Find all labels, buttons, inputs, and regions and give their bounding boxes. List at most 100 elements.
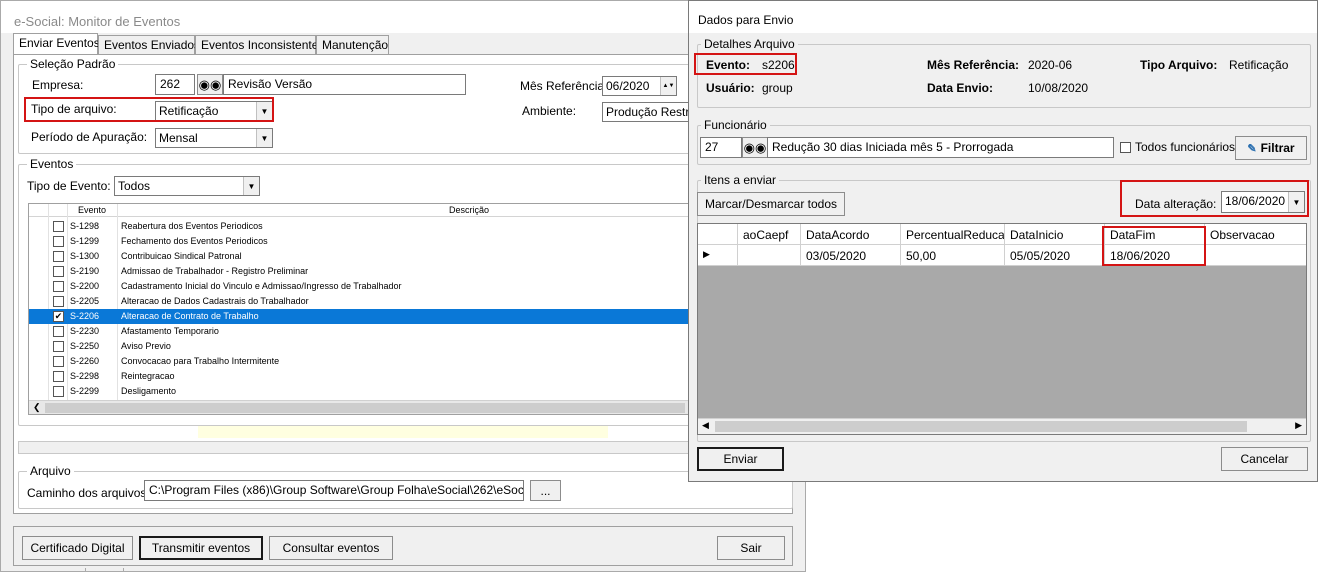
scroll-thumb[interactable] <box>45 403 685 413</box>
enviar-button[interactable]: Enviar <box>697 447 784 471</box>
tipo-arquivo-value: Retificação <box>159 104 219 118</box>
column-descricao[interactable]: Descrição <box>449 205 489 215</box>
marcar-desmarcar-button[interactable]: Marcar/Desmarcar todos <box>697 192 845 216</box>
usuario-label: Usuário: <box>706 81 755 95</box>
usuario-value: group <box>762 81 793 95</box>
event-row[interactable]: S-2250 Aviso Previo <box>29 339 691 354</box>
funcionario-code-input[interactable]: 27 <box>700 137 742 158</box>
event-row-checkbox[interactable] <box>53 236 64 247</box>
event-row[interactable]: S-1299 Fechamento dos Eventos Periodicos <box>29 234 691 249</box>
event-row-checkbox[interactable] <box>53 221 64 232</box>
cell-observacao[interactable] <box>1205 245 1306 266</box>
event-row[interactable]: S-2299 Desligamento <box>29 384 691 399</box>
empresa-code-input[interactable]: 262 <box>155 74 195 95</box>
mes-referencia-input[interactable]: 06/2020 ▲▼ <box>602 76 677 96</box>
window-title: e-Social: Monitor de Eventos <box>1 1 807 33</box>
empresa-name-input[interactable]: Revisão Versão <box>223 74 466 95</box>
event-row-checkbox[interactable] <box>53 326 64 337</box>
periodo-select[interactable]: Mensal ▼ <box>155 128 273 148</box>
caminho-label: Caminho dos arquivos: <box>27 486 150 500</box>
certificado-digital-button[interactable]: Certificado Digital <box>22 536 133 560</box>
event-row[interactable]: S-2260 Convocacao para Trabalho Intermite… <box>29 354 691 369</box>
column-aocaepf[interactable]: aoCaepf <box>738 224 801 245</box>
event-row-checkbox[interactable] <box>53 266 64 277</box>
browse-button[interactable]: ... <box>530 480 561 501</box>
mes-referencia-value: 2020-06 <box>1028 58 1073 72</box>
event-code: S-2299 <box>70 386 100 396</box>
row-selector-icon[interactable]: ▶ <box>698 245 738 266</box>
tab-eventos-enviados[interactable]: Eventos Enviados <box>98 35 200 55</box>
itens-hscrollbar[interactable]: ◀ ▶ <box>698 418 1306 434</box>
event-description: Reabertura dos Eventos Periodicos <box>121 221 263 231</box>
event-row[interactable]: S-1298 Reabertura dos Eventos Periodicos <box>29 219 691 234</box>
cell-datafim[interactable]: 18/06/2020 <box>1105 245 1205 266</box>
detalhes-arquivo-group: Detalhes Arquivo <box>697 37 1311 108</box>
event-description: Alteracao de Contrato de Trabalho <box>121 311 259 321</box>
eventos-grid: Evento Descrição S-1298 Reabertura dos Ev… <box>28 203 692 415</box>
event-row[interactable]: S-2200 Cadastramento Inicial do Vinculo e… <box>29 279 691 294</box>
scroll-left-icon[interactable]: ◀ <box>702 420 709 431</box>
scroll-thumb[interactable] <box>715 421 1247 432</box>
event-row-checkbox[interactable]: ✔ <box>53 311 64 322</box>
event-row-checkbox[interactable] <box>53 386 64 397</box>
spin-icon[interactable]: ▲▼ <box>660 77 676 95</box>
caminho-input[interactable]: C:\Program Files (x86)\Group Software\Gr… <box>144 480 524 501</box>
todos-funcionarios-checkbox[interactable] <box>1120 142 1131 153</box>
tab-eventos-inconsistentes[interactable]: Eventos Inconsistentes <box>195 35 324 55</box>
column-dataacordo[interactable]: DataAcordo <box>801 224 901 245</box>
tipo-arquivo-label: Tipo Arquivo: <box>1140 58 1218 72</box>
statusbar-segment <box>0 568 86 572</box>
column-datafim[interactable]: DataFim <box>1105 224 1205 245</box>
event-row[interactable]: S-2190 Admissao de Trabalhador - Registro… <box>29 264 691 279</box>
event-code: S-2200 <box>70 281 100 291</box>
tab-enviar-eventos[interactable]: Enviar Eventos <box>13 33 100 55</box>
event-code: S-2260 <box>70 356 100 366</box>
tipo-evento-select[interactable]: Todos ▼ <box>114 176 260 196</box>
filtrar-button[interactable]: ✎ Filtrar <box>1235 136 1307 160</box>
event-row[interactable]: S-2298 Reintegracao <box>29 369 691 384</box>
scroll-left-icon[interactable]: ❮ <box>33 402 41 413</box>
periodo-label: Período de Apuração: <box>31 130 148 144</box>
event-row-checkbox[interactable] <box>53 371 64 382</box>
data-alteracao-value: 18/06/2020 <box>1225 194 1286 208</box>
binoculars-icon[interactable]: ◉◉ <box>742 137 768 158</box>
cell-percentualreducao[interactable]: 50,00 <box>901 245 1005 266</box>
funcionario-name-input[interactable]: Redução 30 dias Iniciada mês 5 - Prorrog… <box>767 137 1114 158</box>
arquivo-legend: Arquivo <box>27 464 74 478</box>
cancelar-button[interactable]: Cancelar <box>1221 447 1308 471</box>
column-percentualreducao[interactable]: PercentualReducao <box>901 224 1005 245</box>
event-row-checkbox[interactable] <box>53 356 64 367</box>
ambiente-select[interactable]: Produção Restrita <box>602 102 689 122</box>
data-alteracao-picker[interactable]: 18/06/2020 ▼ <box>1221 191 1305 213</box>
dados-envio-dialog: Dados para Envio Detalhes Arquivo Evento… <box>688 0 1318 482</box>
statusbar-segment <box>86 568 124 572</box>
event-row[interactable]: S-2230 Afastamento Temporario <box>29 324 691 339</box>
event-row-checkbox[interactable] <box>53 251 64 262</box>
cell-datainicio[interactable]: 05/05/2020 <box>1005 245 1105 266</box>
sair-button[interactable]: Sair <box>717 536 785 560</box>
chevron-down-icon: ▼ <box>256 129 272 147</box>
tipo-arquivo-select[interactable]: Retificação ▼ <box>155 101 273 121</box>
event-description: Cadastramento Inicial do Vinculo e Admis… <box>121 281 402 291</box>
column-datainicio[interactable]: DataInicio <box>1005 224 1105 245</box>
event-row[interactable]: S-1300 Contribuicao Sindical Patronal <box>29 249 691 264</box>
funcionario-legend: Funcionário <box>701 118 770 132</box>
data-envio-value: 10/08/2020 <box>1028 81 1089 95</box>
event-row[interactable]: ✔ S-2206 Alteracao de Contrato de Trabalho <box>29 309 691 324</box>
scroll-right-icon[interactable]: ▶ <box>1295 420 1302 431</box>
event-row-checkbox[interactable] <box>53 341 64 352</box>
event-row-checkbox[interactable] <box>53 281 64 292</box>
cell-aocaepf[interactable] <box>738 245 801 266</box>
cell-dataacordo[interactable]: 03/05/2020 <box>801 245 901 266</box>
consultar-eventos-button[interactable]: Consultar eventos <box>269 536 393 560</box>
transmitir-eventos-button[interactable]: Transmitir eventos <box>139 536 263 560</box>
empresa-label: Empresa: <box>32 78 84 92</box>
event-description: Alteracao de Dados Cadastrais do Trabalh… <box>121 296 309 306</box>
column-observacao[interactable]: Observacao <box>1205 224 1306 245</box>
event-row-checkbox[interactable] <box>53 296 64 307</box>
column-evento[interactable]: Evento <box>78 205 106 215</box>
event-row[interactable]: S-2205 Alteracao de Dados Cadastrais do T… <box>29 294 691 309</box>
binoculars-icon[interactable]: ◉◉ <box>197 74 223 95</box>
eventos-hscrollbar[interactable]: ❮ <box>29 400 691 414</box>
tab-manutencao[interactable]: Manutenção <box>316 35 389 55</box>
